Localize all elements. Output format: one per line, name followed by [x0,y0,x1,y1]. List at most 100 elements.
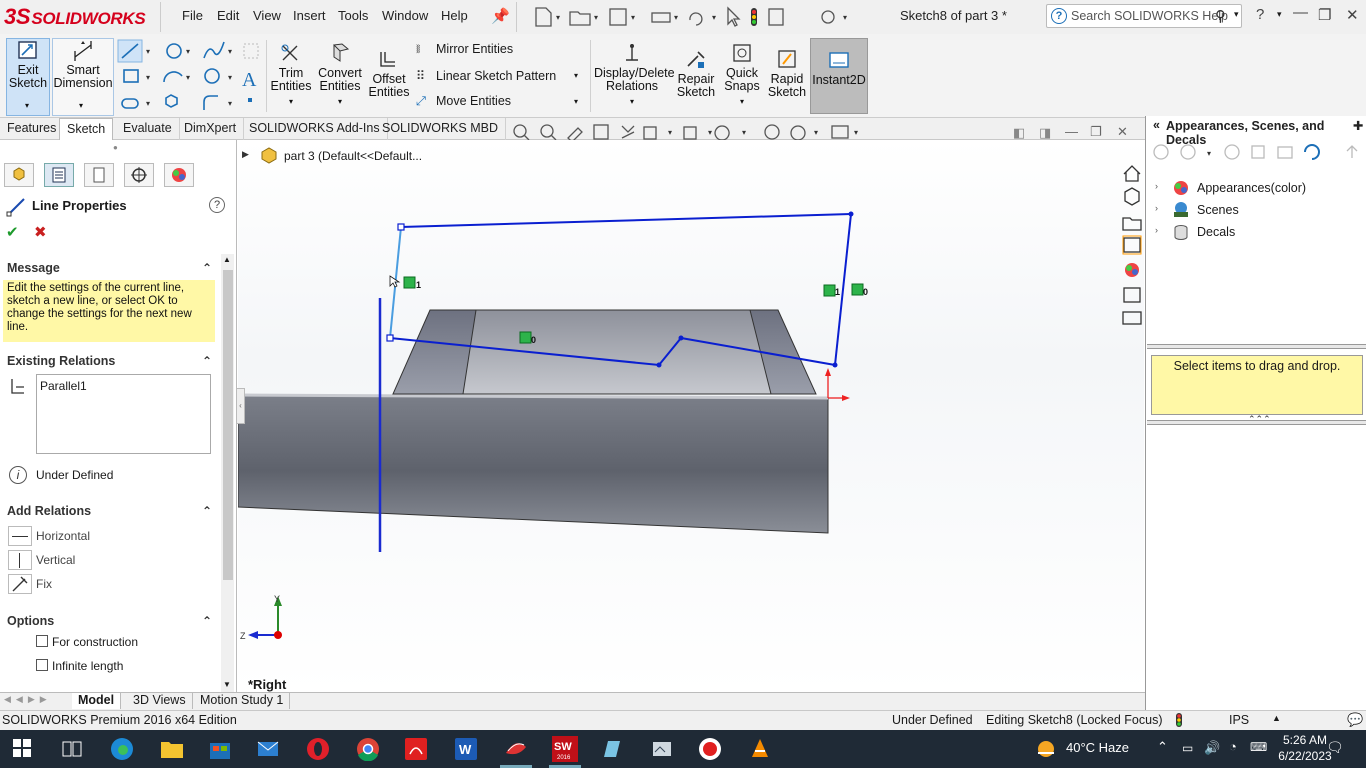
tile-left-icon[interactable]: ◧ [1013,125,1025,141]
smart-dimension-button[interactable]: Smart Dimension ▾ [52,38,114,116]
infinite-length-checkbox[interactable] [36,659,48,671]
sketch-tools-grid[interactable]: A ▾ ▾ ▾ ▾ ▾ ▾ ▾ ▾ [116,38,264,114]
tab-scroll-arrows-icon[interactable]: ◀◀▶▶ [4,694,52,705]
recorder-icon[interactable] [698,737,722,761]
solidworks-logo[interactable]: 3SSOLIDWORKS [4,0,154,34]
collapse-chevron-icon[interactable]: ⌃ [202,500,212,522]
task-view-icon[interactable] [60,737,84,761]
help-dropdown-icon[interactable]: ▾ [1277,9,1282,20]
task-pane-toolbar[interactable]: ▾ [1150,142,1365,164]
tree-item-scenes[interactable]: Scenes [1197,203,1239,217]
instant2d-button[interactable]: Instant2D [810,38,868,114]
menu-edit[interactable]: Edit [217,8,239,23]
tree-item-appearances[interactable]: Appearances(color) [1197,181,1306,195]
menu-file[interactable]: File [182,8,203,23]
scrollbar-thumb[interactable] [223,270,233,580]
acrobat-icon[interactable] [404,737,428,761]
tab-mbd[interactable]: SOLIDWORKS MBD [375,118,506,140]
tab-motion-study[interactable]: Motion Study 1 [194,693,291,709]
scroll-down-icon[interactable]: ▼ [223,680,231,689]
minimize-icon[interactable]: — [1293,4,1308,21]
tab-dimxpert[interactable]: DimXpert [177,118,245,140]
for-construction-checkbox[interactable] [36,635,48,647]
collapse-chevron-icon[interactable]: ⌃ [202,350,212,372]
add-relation-fix[interactable]: Fix [36,577,52,591]
file-explorer-taskbar-icon[interactable] [160,737,184,761]
solidworks-2016-icon[interactable]: SW 2016 [551,735,579,763]
menu-help[interactable]: Help [441,8,468,23]
feedback-icon[interactable]: 💬 [1347,712,1363,728]
model-canvas[interactable]: 1 1 0 0 Y Z [238,140,1144,692]
ok-checkmark-icon[interactable]: ✔ [6,223,19,241]
vertical-icon[interactable] [8,550,32,570]
app-icon[interactable] [600,737,624,761]
tab-features[interactable]: Features [0,118,65,140]
exit-sketch-button[interactable]: Exit Sketch ▾ [6,38,50,116]
weather-temperature[interactable]: 40°C Haze [1066,740,1129,755]
horizontal-icon[interactable] [8,526,32,546]
collapse-chevron-icon[interactable]: ⌃ [202,257,212,279]
add-relation-vertical[interactable]: Vertical [36,553,75,567]
expand-decals-icon[interactable]: › [1155,225,1158,235]
vlc-icon[interactable] [748,737,772,761]
menu-view[interactable]: View [253,8,281,23]
display-delete-relations-button[interactable]: Display/Delete Relations ▾ [594,42,675,108]
tree-item-decals[interactable]: Decals [1197,225,1235,239]
pin-icon[interactable]: 📌 [491,7,510,25]
keyboard-language-icon[interactable]: ⌨ [1250,740,1267,754]
panel-grip-icon[interactable]: ● [113,143,118,152]
existing-relations-list[interactable]: Parallel1 [36,374,211,454]
move-entities-button[interactable]: ⤢ Move Entities ▾ [416,94,588,114]
message-section-header[interactable]: Message ⌃ [0,257,220,279]
panel-collapse-handle[interactable]: ‹ [236,388,245,424]
volume-icon[interactable]: 🔊 [1204,740,1220,756]
collapse-chevron-icon[interactable]: ⌃ [202,610,212,632]
search-dropdown-icon[interactable]: ▾ [1234,9,1239,20]
add-relation-horizontal[interactable]: Horizontal [36,529,90,543]
units-dropdown-icon[interactable]: ▲ [1272,713,1281,723]
mail-icon[interactable] [256,737,280,761]
notifications-icon[interactable]: 🗨 [1326,739,1344,756]
expand-scenes-icon[interactable]: › [1155,203,1158,213]
repair-sketch-button[interactable]: Repair Sketch [676,48,716,99]
tab-display-manager[interactable] [164,163,194,187]
tab-model[interactable]: Model [72,693,122,709]
app-icon[interactable] [504,737,528,761]
collapse-preview-icon[interactable]: ⌃⌃⌃ [1248,414,1271,425]
expand-appearances-icon[interactable]: › [1155,181,1158,191]
view-minimize-icon[interactable]: — [1065,124,1078,139]
quick-snaps-button[interactable]: Quick Snaps ▾ [722,42,762,108]
help-icon[interactable]: ? [209,197,225,213]
existing-relations-header[interactable]: Existing Relations ⌃ [0,350,220,372]
tile-right-icon[interactable]: ◨ [1039,125,1051,141]
fix-icon[interactable] [8,574,32,594]
view-restore-icon[interactable]: ❐ [1090,124,1102,140]
close-icon[interactable]: ✕ [1346,6,1359,24]
tab-configuration-manager[interactable] [84,163,114,187]
convert-entities-button[interactable]: Convert Entities ▾ [316,42,364,108]
menu-tools[interactable]: Tools [338,8,368,23]
tab-feature-manager[interactable] [4,163,34,187]
battery-icon[interactable]: ▭ [1182,741,1193,755]
add-relations-header[interactable]: Add Relations ⌃ [0,500,220,522]
options-header[interactable]: Options ⌃ [0,610,220,632]
pane-splitter[interactable] [1147,344,1366,349]
trim-entities-button[interactable]: Trim Entities ▾ [270,42,312,108]
app-icon[interactable] [650,737,674,761]
pin-pane-icon[interactable]: ✚ [1353,118,1363,133]
relation-item[interactable]: Parallel1 [40,379,207,393]
tab-addins[interactable]: SOLIDWORKS Add-Ins [242,118,388,140]
task-pane-tabs[interactable] [1119,160,1145,332]
scroll-up-icon[interactable]: ▲ [223,255,231,264]
menu-insert[interactable]: Insert [293,8,326,23]
units-selector[interactable]: IPS [1229,713,1249,727]
weather-sun-icon[interactable] [1034,737,1058,761]
restore-icon[interactable]: ❐ [1318,6,1331,24]
collapse-pane-icon[interactable]: « [1153,118,1160,132]
word-icon[interactable]: W [454,737,478,761]
wifi-icon[interactable]: ◔ [1229,739,1237,754]
chevron-down-icon[interactable]: ▾ [25,99,29,112]
windows-start-icon[interactable] [12,738,32,758]
help-search-box[interactable]: ? Search SOLIDWORKS Help ⚲ [1046,4,1242,28]
edge-browser-icon[interactable] [110,737,134,761]
